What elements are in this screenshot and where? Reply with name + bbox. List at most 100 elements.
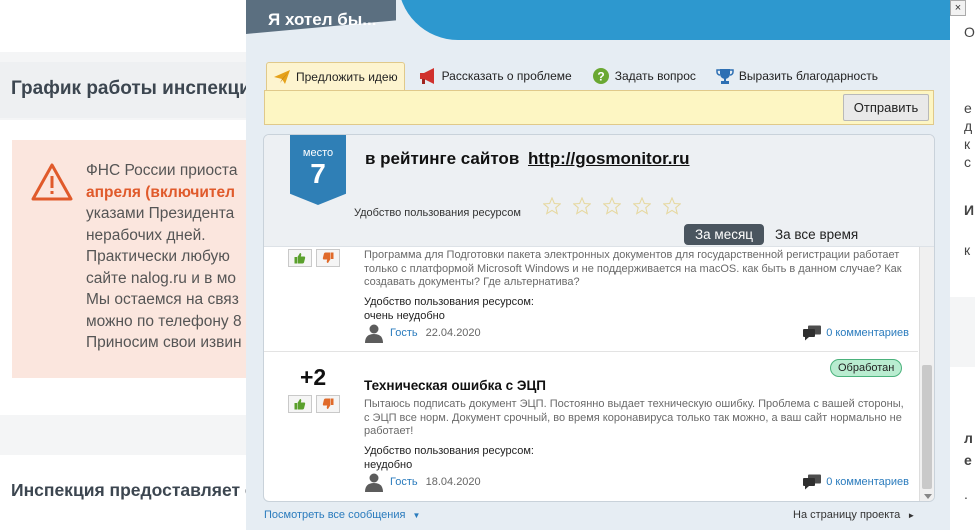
star-icon[interactable] xyxy=(633,197,651,215)
list-item: Программа для Подготовки пакета электрон… xyxy=(264,247,918,351)
vote-buttons xyxy=(288,395,344,413)
comments-link[interactable]: 0 комментариев xyxy=(802,474,909,490)
alert-line: указами Президента xyxy=(86,205,235,222)
thumb-up-icon xyxy=(294,399,306,410)
thumb-down-button[interactable] xyxy=(316,395,340,413)
chevron-right-icon: ► xyxy=(907,511,916,520)
chevron-down-icon: ▼ xyxy=(412,511,421,520)
see-all-label: Посмотреть все сообщения xyxy=(264,509,406,521)
star-icon[interactable] xyxy=(663,197,681,215)
send-button[interactable]: Отправить xyxy=(843,94,929,121)
alert-line: сайте nalog.ru и в мо xyxy=(86,269,236,287)
star-icon[interactable] xyxy=(603,197,621,215)
post-body: Программа для Подготовки пакета электрон… xyxy=(364,249,902,288)
alert-line: нерабочих дней. xyxy=(86,226,206,244)
alert-line: Приносим свои извин xyxy=(86,334,242,351)
alert-line-highlight: апреля (включител xyxy=(86,183,235,201)
comments-link[interactable]: 0 комментариев xyxy=(802,325,909,341)
comments-count: 0 комментариев xyxy=(826,327,909,339)
project-page-link[interactable]: На страницу проекта ► xyxy=(793,509,915,521)
right-fragment: . xyxy=(964,486,968,502)
usability-value: очень неудобно xyxy=(364,309,445,322)
right-fragment: с xyxy=(964,154,971,170)
star-icon[interactable] xyxy=(543,197,561,215)
tab-thanks[interactable]: Выразить благодарность xyxy=(710,62,884,90)
thumb-down-icon xyxy=(322,252,334,263)
post-body: Пытаюсь подписать документ ЭЦП. Постоянн… xyxy=(364,398,904,437)
thumb-up-button[interactable] xyxy=(288,249,312,267)
tab-label: Задать вопрос xyxy=(614,69,696,83)
right-fragment: е xyxy=(964,100,972,116)
right-divider xyxy=(950,297,975,367)
post-author[interactable]: Гость xyxy=(390,327,418,339)
message-input[interactable] xyxy=(269,95,839,120)
feed-scrollbar[interactable] xyxy=(919,247,934,501)
rating-subtitle: Удобство пользования ресурсом xyxy=(354,207,521,219)
post-footer: Гость 22.04.2020 0 комментариев xyxy=(364,323,909,343)
rating-title-text: в рейтинге сайтов xyxy=(365,149,520,168)
usability-label: Удобство пользования ресурсом: xyxy=(364,296,534,308)
alert-text: ФНС России приоста апреля (включител ука… xyxy=(86,160,250,354)
user-icon xyxy=(365,473,383,492)
right-fragment: И xyxy=(964,202,975,218)
header-blue-shape xyxy=(398,0,950,40)
post-footer: Гость 18.04.2020 0 комментариев xyxy=(364,472,909,492)
project-page-label: На страницу проекта xyxy=(793,509,901,521)
widget-header: Я хотел бы... xyxy=(268,10,377,29)
right-fragment: к xyxy=(964,242,971,258)
right-fragment: л xyxy=(964,430,973,446)
message-input-row: Отправить xyxy=(264,90,934,125)
right-fragment: е xyxy=(964,452,972,468)
thumb-down-button[interactable] xyxy=(316,249,340,267)
star-icon[interactable] xyxy=(573,197,591,215)
warning-icon xyxy=(31,163,73,201)
question-icon: ? xyxy=(592,68,609,84)
tab-label: Рассказать о проблеме xyxy=(441,69,572,83)
feedback-tabs: Предложить идею Рассказать о проблеме ? … xyxy=(266,62,892,90)
post-usability: Удобство пользования ресурсом: очень неу… xyxy=(364,296,534,323)
thumb-down-icon xyxy=(322,398,334,409)
alert-line: ФНС России приоста xyxy=(86,162,238,179)
tab-question[interactable]: ? Задать вопрос xyxy=(586,62,702,90)
tab-idea[interactable]: Предложить идею xyxy=(266,62,405,90)
rating-stars xyxy=(543,197,693,215)
right-fragment: д xyxy=(964,118,973,134)
vote-buttons xyxy=(288,249,344,267)
alert-box: ФНС России приоста апреля (включител ука… xyxy=(12,140,250,378)
see-all-messages-link[interactable]: Посмотреть все сообщения ▼ xyxy=(264,509,420,521)
comments-icon xyxy=(803,474,822,490)
alert-line: Практически любую xyxy=(86,248,230,265)
messages-feed: Программа для Подготовки пакета электрон… xyxy=(264,247,918,501)
tab-label: Предложить идею xyxy=(296,69,398,84)
rating-title: в рейтинге сайтов http://gosmonitor.ru xyxy=(365,149,690,169)
post-date: 18.04.2020 xyxy=(425,476,481,488)
tab-problem[interactable]: Рассказать о проблеме xyxy=(413,62,578,90)
list-item: +2 Обработан Техническая ошибка с ЭЦП Пы… xyxy=(264,352,918,501)
section-title-2: Инспекция предоставляет с xyxy=(11,480,255,500)
feedback-widget: Я хотел бы... Предложить идею Рассказать… xyxy=(246,0,950,530)
rank-number: 7 xyxy=(310,158,326,189)
comments-icon xyxy=(803,325,822,341)
right-fragment: О xyxy=(964,24,975,40)
scroll-down-arrow-icon[interactable] xyxy=(924,494,932,499)
right-fragment: к xyxy=(964,136,971,152)
trophy-icon xyxy=(716,69,734,84)
gosmonitor-link[interactable]: http://gosmonitor.ru xyxy=(528,149,689,168)
usability-label: Удобство пользования ресурсом: xyxy=(364,445,534,457)
alert-line: Мы остаемся на связ xyxy=(86,291,239,308)
thumb-up-icon xyxy=(294,253,306,264)
tab-label: Выразить благодарность xyxy=(738,69,878,83)
alert-line: можно по телефону 8 xyxy=(86,312,242,330)
status-badge: Обработан xyxy=(830,359,903,377)
period-month-button[interactable]: За месяц xyxy=(684,224,764,245)
thumb-up-button[interactable] xyxy=(288,395,312,413)
post-date: 22.04.2020 xyxy=(425,327,481,339)
close-button[interactable]: × xyxy=(950,0,966,16)
period-all-button[interactable]: За все время xyxy=(764,224,869,245)
section-title: График работы инспекции xyxy=(11,78,263,99)
post-title[interactable]: Техническая ошибка с ЭЦП xyxy=(364,378,546,393)
right-page-strip: О е д к с И к Л в л е . xyxy=(950,18,975,530)
post-usability: Удобство пользования ресурсом: неудобно xyxy=(364,445,534,472)
scrollbar-thumb[interactable] xyxy=(922,365,932,489)
post-author[interactable]: Гость xyxy=(390,476,418,488)
